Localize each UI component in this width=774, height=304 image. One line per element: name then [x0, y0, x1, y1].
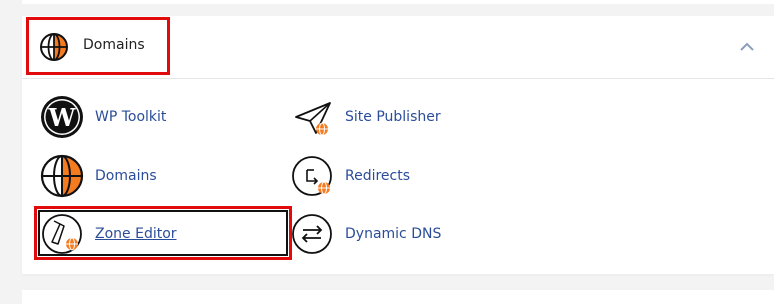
domains-link[interactable]: Domains	[40, 153, 157, 199]
site-publisher-link[interactable]: Site Publisher	[290, 94, 441, 140]
wordpress-icon: W	[41, 96, 83, 138]
domains-panel: Domains W WP Toolkit Site Publisher Doma…	[22, 16, 774, 274]
compass-globe-icon	[42, 214, 82, 254]
redirects-link[interactable]: Redirects	[290, 153, 410, 199]
previous-card-edge	[22, 0, 774, 4]
panel-title: Domains	[83, 37, 145, 53]
paper-plane-globe-icon	[295, 102, 331, 136]
site-publisher-label: Site Publisher	[345, 109, 441, 125]
globe-icon	[40, 154, 84, 198]
redirect-globe-icon	[292, 156, 332, 196]
domains-label: Domains	[95, 168, 157, 184]
dynamic-dns-label: Dynamic DNS	[345, 226, 442, 242]
panel-header[interactable]: Domains	[22, 16, 774, 79]
zone-editor-label: Zone Editor	[95, 226, 177, 242]
arrows-exchange-icon	[292, 214, 332, 254]
wp-toolkit-link[interactable]: W WP Toolkit	[40, 94, 166, 140]
svg-text:W: W	[48, 103, 77, 132]
zone-editor-link[interactable]: Zone Editor	[40, 211, 177, 257]
redirects-label: Redirects	[345, 168, 411, 184]
wp-toolkit-label: WP Toolkit	[95, 109, 167, 125]
dynamic-dns-link[interactable]: Dynamic DNS	[290, 211, 441, 257]
chevron-up-icon[interactable]	[738, 38, 756, 56]
globe-icon	[40, 33, 68, 61]
